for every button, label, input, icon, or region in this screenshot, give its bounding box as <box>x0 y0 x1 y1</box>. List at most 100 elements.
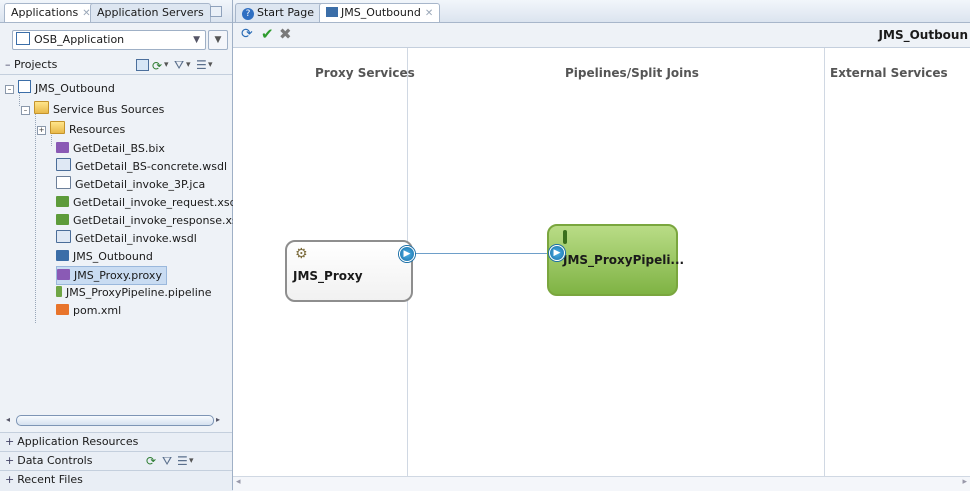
section-data-controls[interactable]: + Data Controls ⟳ ⛛ ☰ ▾ <box>0 451 232 470</box>
maven-pom-icon <box>56 304 69 315</box>
column-header-external-services: External Services <box>830 66 948 80</box>
tree-item-label: pom.xml <box>73 304 122 317</box>
chevron-down-icon[interactable]: ▾ <box>189 452 194 470</box>
scroll-right-icon[interactable]: ▸ <box>962 477 967 487</box>
tree-item-file[interactable]: JMS_Outbound <box>56 248 153 265</box>
minimize-icon[interactable] <box>210 6 222 17</box>
tree-item-file[interactable]: GetDetail_invoke.wsdl <box>56 230 197 247</box>
overview-icon <box>56 250 69 261</box>
tree-item-file[interactable]: GetDetail_BS.bix <box>56 140 165 157</box>
tree-item-label: Resources <box>69 123 126 136</box>
tree-item-label: GetDetail_BS-concrete.wsdl <box>75 160 228 173</box>
expand-icon[interactable]: + <box>37 126 46 135</box>
column-divider <box>824 48 825 476</box>
validate-icon[interactable]: ✔ <box>261 25 274 43</box>
projects-header[interactable]: – Projects ⟳ ▾ ⛛ ▾ ☰ ▾ <box>0 56 232 75</box>
scrollbar-thumb[interactable] <box>16 415 214 426</box>
navigator-tabbar: Applications ✕ Application Servers <box>0 0 232 23</box>
zoom-icon[interactable] <box>136 59 149 71</box>
tree-guide <box>35 108 36 323</box>
application-selector-value: OSB_Application <box>34 33 125 46</box>
tree-item-file[interactable]: JMS_ProxyPipeline.pipeline <box>56 284 212 301</box>
expand-icon[interactable]: + <box>5 454 14 467</box>
expand-icon[interactable]: + <box>5 435 14 448</box>
jca-icon <box>56 176 71 189</box>
tab-label: Application Servers <box>97 6 204 19</box>
filter-icon[interactable]: ⛛ <box>162 452 172 470</box>
tree-item-label: GetDetail_invoke.wsdl <box>75 232 197 245</box>
chevron-down-icon[interactable]: ▾ <box>164 56 169 74</box>
proxy-service-node[interactable]: ⚙ JMS_Proxy <box>285 240 413 302</box>
section-label: Recent Files <box>17 473 83 486</box>
column-header-proxy-services: Proxy Services <box>315 66 415 80</box>
filter-icon[interactable]: ⛛ <box>174 56 184 74</box>
gear-icon: ⚙ <box>295 246 308 262</box>
pipeline-node-label: JMS_ProxyPipeli... <box>563 253 685 267</box>
section-label: Application Resources <box>17 435 139 448</box>
sort-icon[interactable]: ☰ <box>177 452 188 470</box>
tab-application-servers[interactable]: Application Servers <box>90 3 211 22</box>
tab-label: Start Page <box>257 6 314 19</box>
tree-item-file[interactable]: GetDetail_invoke_request.xsd <box>56 194 237 211</box>
column-header-pipelines: Pipelines/Split Joins <box>565 66 699 80</box>
application-navigator: Applications ✕ Application Servers OSB_Ap… <box>0 0 245 491</box>
xsd-icon <box>56 214 69 225</box>
wsdl-icon <box>56 158 71 171</box>
pipeline-icon <box>563 230 567 244</box>
wsdl-icon <box>56 230 71 243</box>
proxy-output-port[interactable]: ▶ <box>399 246 415 262</box>
tree-item-label: JMS_Outbound <box>73 250 153 263</box>
collapse-icon[interactable]: – <box>5 85 14 94</box>
tree-item-file[interactable]: GetDetail_invoke_response.xsd <box>56 212 245 229</box>
application-menu-button[interactable]: ▼ <box>208 30 228 50</box>
scroll-right-icon[interactable]: ▸ <box>216 415 224 425</box>
tree-item-project[interactable]: – JMS_Outbound <box>5 80 115 97</box>
pipeline-node[interactable]: JMS_ProxyPipeli... <box>547 224 684 296</box>
section-label: Data Controls <box>17 454 93 467</box>
application-icon <box>16 32 30 45</box>
tree-item-label: GetDetail_invoke_response.xsd <box>73 214 245 227</box>
pipeline-input-port[interactable]: ▶ <box>549 245 565 261</box>
composite-editor: ?Start Page ✕ JMS_Outbound ✕ ⟳ ✔ ✖ JMS_Out… <box>233 0 970 491</box>
tree-item-file[interactable]: pom.xml <box>56 302 121 319</box>
sort-icon[interactable]: ☰ <box>196 56 207 74</box>
xsd-icon <box>56 196 69 207</box>
refresh-icon[interactable]: ⟳ <box>241 26 253 42</box>
editor-title: JMS_Outboun <box>878 28 968 42</box>
tab-jms-outbound[interactable]: JMS_Outbound ✕ <box>319 3 441 22</box>
scroll-left-icon[interactable]: ◂ <box>236 477 241 487</box>
close-icon[interactable]: ✕ <box>425 8 433 19</box>
application-selector[interactable]: OSB_Application ▼ <box>12 30 206 50</box>
help-icon: ? <box>242 8 254 20</box>
expand-icon[interactable]: + <box>5 473 14 486</box>
collapse-icon[interactable]: – <box>5 58 11 71</box>
connection-wire[interactable] <box>409 253 549 254</box>
chevron-down-icon[interactable]: ▾ <box>208 56 213 74</box>
tree-item-label: JMS_Outbound <box>35 82 115 95</box>
section-recent-files[interactable]: + Recent Files <box>0 470 232 491</box>
proxy-service-icon <box>57 269 70 280</box>
folder-icon <box>34 101 49 114</box>
collapse-icon[interactable]: – <box>21 106 30 115</box>
tree-item-resources[interactable]: + Resources <box>37 121 125 138</box>
tree-item-file[interactable]: GetDetail_BS-concrete.wsdl <box>56 158 227 175</box>
refresh-icon[interactable]: ⟳ <box>146 452 156 470</box>
tab-label: JMS_Outbound <box>341 6 421 19</box>
delete-icon[interactable]: ✖ <box>279 25 292 43</box>
refresh-icon[interactable]: ⟳ <box>152 57 162 75</box>
project-icon <box>18 80 31 93</box>
tree-horizontal-scrollbar[interactable]: ◂ ▸ <box>6 414 226 426</box>
chevron-down-icon[interactable]: ▾ <box>186 56 191 74</box>
tab-applications[interactable]: Applications ✕ <box>4 3 98 22</box>
section-application-resources[interactable]: + Application Resources <box>0 432 232 451</box>
tree-item-file-selected[interactable]: JMS_Proxy.proxy <box>56 266 167 285</box>
editor-toolbar: ⟳ ✔ ✖ JMS_Outboun <box>233 23 970 48</box>
canvas-horizontal-scrollbar[interactable]: ◂ ▸ <box>233 476 970 491</box>
folder-icon <box>50 121 65 134</box>
tree-item-file[interactable]: GetDetail_invoke_3P.jca <box>56 176 205 193</box>
tree-item-label: GetDetail_invoke_3P.jca <box>75 178 206 191</box>
scroll-left-icon[interactable]: ◂ <box>6 415 14 425</box>
editor-tabbar: ?Start Page ✕ JMS_Outbound ✕ <box>233 0 970 23</box>
tree-item-label: JMS_Proxy.proxy <box>74 269 162 282</box>
tree-item-folder[interactable]: – Service Bus Sources <box>21 101 164 118</box>
